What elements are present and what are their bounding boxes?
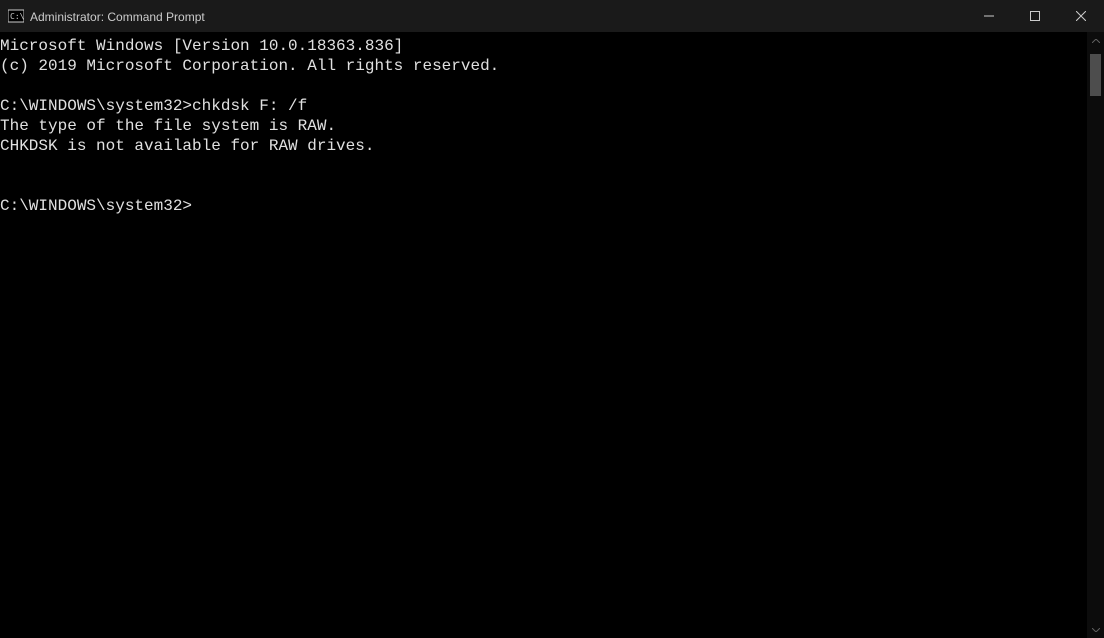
window-title: Administrator: Command Prompt: [30, 9, 966, 24]
maximize-button[interactable]: [1012, 0, 1058, 32]
minimize-icon: [984, 11, 994, 21]
minimize-button[interactable]: [966, 0, 1012, 32]
scroll-down-button[interactable]: [1087, 621, 1104, 638]
vertical-scrollbar[interactable]: [1087, 32, 1104, 638]
maximize-icon: [1030, 11, 1040, 21]
cmd-icon: C:\: [8, 8, 24, 24]
chevron-up-icon: [1092, 39, 1100, 43]
scroll-up-button[interactable]: [1087, 32, 1104, 49]
scroll-thumb[interactable]: [1090, 54, 1101, 96]
window-titlebar[interactable]: C:\ Administrator: Command Prompt: [0, 0, 1104, 32]
terminal-area[interactable]: Microsoft Windows [Version 10.0.18363.83…: [0, 32, 1104, 638]
close-button[interactable]: [1058, 0, 1104, 32]
terminal-output: Microsoft Windows [Version 10.0.18363.83…: [0, 36, 1084, 638]
close-icon: [1076, 11, 1086, 21]
window-controls: [966, 0, 1104, 32]
chevron-down-icon: [1092, 628, 1100, 632]
svg-text:C:\: C:\: [10, 12, 24, 21]
